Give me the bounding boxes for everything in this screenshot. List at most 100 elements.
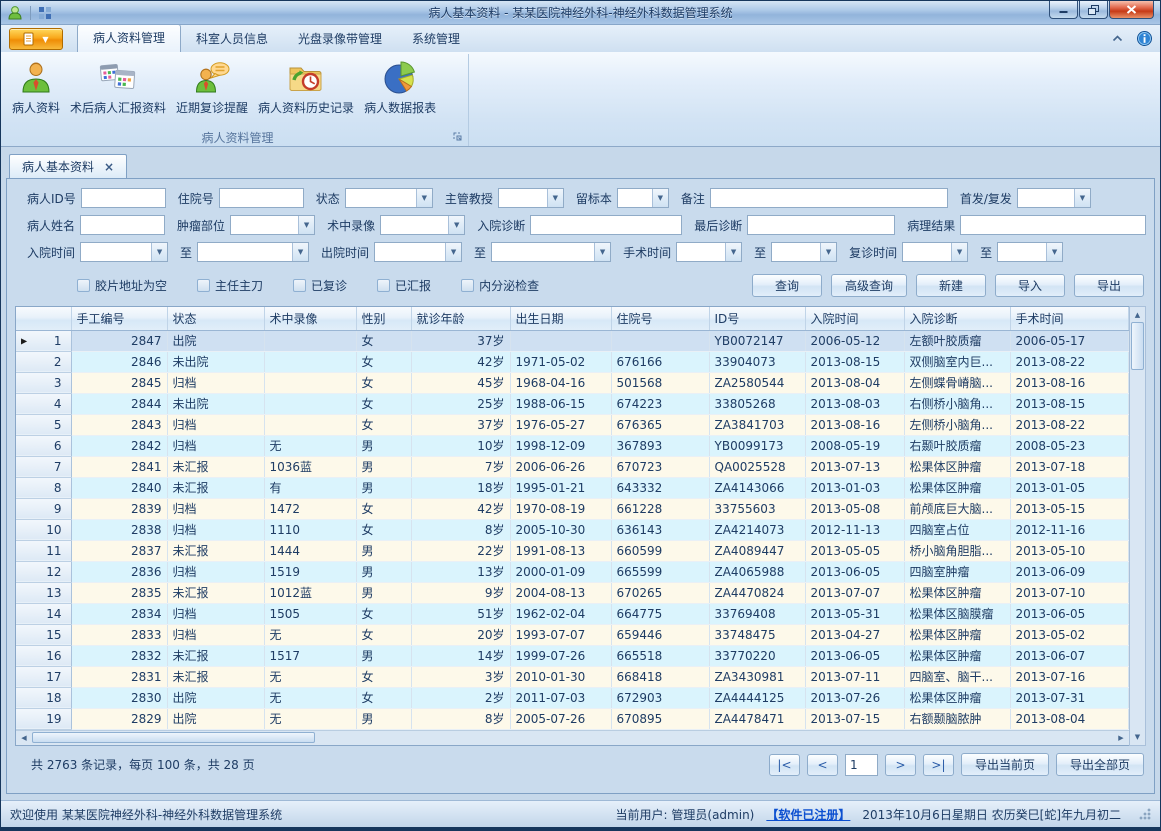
column-header[interactable]: 状态 — [167, 307, 264, 330]
row-header-cell[interactable]: ▶1 — [16, 330, 71, 351]
table-row[interactable]: 142834归档1505女51岁1962-02-0466477533769408… — [16, 603, 1129, 624]
new-button[interactable]: 新建 — [916, 274, 986, 297]
row-header-cell[interactable]: 5 — [16, 414, 71, 435]
advanced-query-button[interactable]: 高级查询 — [831, 274, 907, 297]
table-row[interactable]: 192829出院无男8岁2005-07-26670895ZA4478471201… — [16, 708, 1129, 729]
application-menu-button[interactable]: ▼ — [9, 28, 63, 50]
document-tab[interactable]: 病人基本资料 × — [9, 154, 127, 178]
table-row[interactable]: 22846未出院女42岁1971-05-02676166339040732013… — [16, 351, 1129, 372]
next-page-button[interactable]: > — [885, 754, 916, 776]
discharge-date-from-select[interactable]: ▼ — [374, 242, 462, 262]
row-header-cell[interactable]: 9 — [16, 498, 71, 519]
column-header[interactable]: 出生日期 — [510, 307, 611, 330]
table-row[interactable]: 182830出院无女2岁2011-07-03672903ZA4444125201… — [16, 687, 1129, 708]
table-row[interactable]: 172831未汇报无女3岁2010-01-30668418ZA343098120… — [16, 666, 1129, 687]
close-button[interactable] — [1109, 1, 1154, 19]
table-row[interactable]: 52843归档女37岁1976-05-27676365ZA38417032013… — [16, 414, 1129, 435]
row-header-cell[interactable]: 17 — [16, 666, 71, 687]
table-row[interactable]: 162832未汇报1517男14岁1999-07-266655183377022… — [16, 645, 1129, 666]
quick-access-icon[interactable] — [38, 6, 52, 20]
row-header-cell[interactable]: 18 — [16, 687, 71, 708]
scroll-left-icon[interactable]: ◀ — [16, 731, 32, 745]
collapse-ribbon-icon[interactable] — [1112, 35, 1123, 42]
table-row[interactable]: 62842归档无男10岁1998-12-09367893YB0099173200… — [16, 435, 1129, 456]
patient-id-input[interactable] — [81, 188, 166, 208]
checkbox-label[interactable]: 已汇报 — [395, 277, 431, 294]
column-header[interactable]: 就诊年龄 — [411, 307, 510, 330]
info-icon[interactable] — [1137, 31, 1152, 46]
column-header[interactable]: 术中录像 — [264, 307, 356, 330]
restore-button[interactable] — [1079, 1, 1108, 19]
row-header-cell[interactable]: 19 — [16, 708, 71, 729]
followup-date-from-select[interactable]: ▼ — [902, 242, 968, 262]
import-button[interactable]: 导入 — [995, 274, 1065, 297]
ribbon-tab[interactable]: 系统管理 — [397, 26, 475, 52]
ribbon-tab[interactable]: 光盘录像带管理 — [283, 26, 397, 52]
export-current-page-button[interactable]: 导出当前页 — [961, 753, 1049, 776]
column-header[interactable]: 手术时间 — [1010, 307, 1129, 330]
vertical-scrollbar-thumb[interactable] — [1131, 322, 1144, 370]
row-header-cell[interactable]: 15 — [16, 624, 71, 645]
column-header[interactable]: 入院时间 — [805, 307, 904, 330]
reported-checkbox[interactable] — [377, 279, 390, 292]
ribbon-button[interactable]: 病人资料 — [7, 57, 65, 118]
ribbon-tab[interactable]: 科室人员信息 — [181, 26, 283, 52]
checkbox-label[interactable]: 内分泌检查 — [479, 277, 539, 294]
table-row[interactable]: 42844未出院女25岁1988-06-15674223338052682013… — [16, 393, 1129, 414]
table-row[interactable]: 112837未汇报1444男22岁1991-08-13660599ZA40894… — [16, 540, 1129, 561]
followup-date-to-select[interactable]: ▼ — [997, 242, 1063, 262]
first-page-button[interactable]: |< — [769, 754, 800, 776]
vertical-scrollbar[interactable]: ▲ ▼ — [1129, 306, 1146, 746]
table-row[interactable]: 72841未汇报1036蓝男7岁2006-06-26670723QA002552… — [16, 456, 1129, 477]
first-or-recurrence-select[interactable]: ▼ — [1017, 188, 1091, 208]
final-diagnosis-input[interactable] — [747, 215, 895, 235]
ribbon-button[interactable]: 近期复诊提醒 — [171, 57, 253, 118]
row-header-cell[interactable]: 4 — [16, 393, 71, 414]
export-button[interactable]: 导出 — [1074, 274, 1144, 297]
last-page-button[interactable]: >| — [923, 754, 954, 776]
row-header-cell[interactable]: 2 — [16, 351, 71, 372]
admission-number-input[interactable] — [219, 188, 304, 208]
row-header-cell[interactable]: 7 — [16, 456, 71, 477]
checkbox-label[interactable]: 胶片地址为空 — [95, 277, 167, 294]
pathology-result-input[interactable] — [960, 215, 1146, 235]
scroll-up-icon[interactable]: ▲ — [1130, 307, 1145, 322]
specimen-kept-select[interactable]: ▼ — [617, 188, 669, 208]
table-row[interactable]: 92839归档1472女42岁1970-08-19661228337556032… — [16, 498, 1129, 519]
software-registered-link[interactable]: 【软件已注册】 — [766, 806, 850, 823]
admission-diagnosis-input[interactable] — [530, 215, 682, 235]
prev-page-button[interactable]: < — [807, 754, 838, 776]
row-header-cell[interactable]: 12 — [16, 561, 71, 582]
surgery-date-from-select[interactable]: ▼ — [676, 242, 742, 262]
row-header-cell[interactable]: 8 — [16, 477, 71, 498]
column-header[interactable]: ID号 — [709, 307, 805, 330]
row-header-cell[interactable]: 6 — [16, 435, 71, 456]
admission-date-to-select[interactable]: ▼ — [197, 242, 309, 262]
scroll-right-icon[interactable]: ▶ — [1113, 731, 1129, 745]
column-header[interactable]: 手工编号 — [71, 307, 167, 330]
ribbon-button[interactable]: 术后病人汇报资料 — [65, 57, 171, 118]
dialog-launcher-icon[interactable] — [453, 132, 463, 142]
vertical-scrollbar-track[interactable] — [1130, 370, 1145, 730]
horizontal-scrollbar[interactable]: ◀ ▶ — [16, 730, 1129, 745]
followed-up-checkbox[interactable] — [293, 279, 306, 292]
ribbon-tab[interactable]: 病人资料管理 — [77, 24, 181, 52]
remarks-input[interactable] — [710, 188, 948, 208]
page-number-input[interactable] — [845, 754, 878, 776]
row-header-cell[interactable]: 13 — [16, 582, 71, 603]
chief-surgeon-checkbox[interactable] — [197, 279, 210, 292]
table-row[interactable]: ▶12847出院女37岁YB00721472006-05-12左额叶胶质瘤200… — [16, 330, 1129, 351]
column-header[interactable]: 入院诊断 — [904, 307, 1010, 330]
film-address-empty-checkbox[interactable] — [77, 279, 90, 292]
scroll-down-icon[interactable]: ▼ — [1130, 730, 1145, 745]
horizontal-scrollbar-thumb[interactable] — [32, 732, 315, 743]
table-row[interactable]: 132835未汇报1012蓝男9岁2004-08-13670265ZA44708… — [16, 582, 1129, 603]
tumor-site-select[interactable]: ▼ — [230, 215, 315, 235]
status-select[interactable]: ▼ — [345, 188, 433, 208]
admission-date-from-select[interactable]: ▼ — [80, 242, 168, 262]
ribbon-button[interactable]: 病人资料历史记录 — [253, 57, 359, 118]
table-row[interactable]: 32845归档女45岁1968-04-16501568ZA25805442013… — [16, 372, 1129, 393]
table-row[interactable]: 152833归档无女20岁1993-07-0765944633748475201… — [16, 624, 1129, 645]
intraop-video-select[interactable]: ▼ — [380, 215, 465, 235]
row-header-cell[interactable]: 16 — [16, 645, 71, 666]
